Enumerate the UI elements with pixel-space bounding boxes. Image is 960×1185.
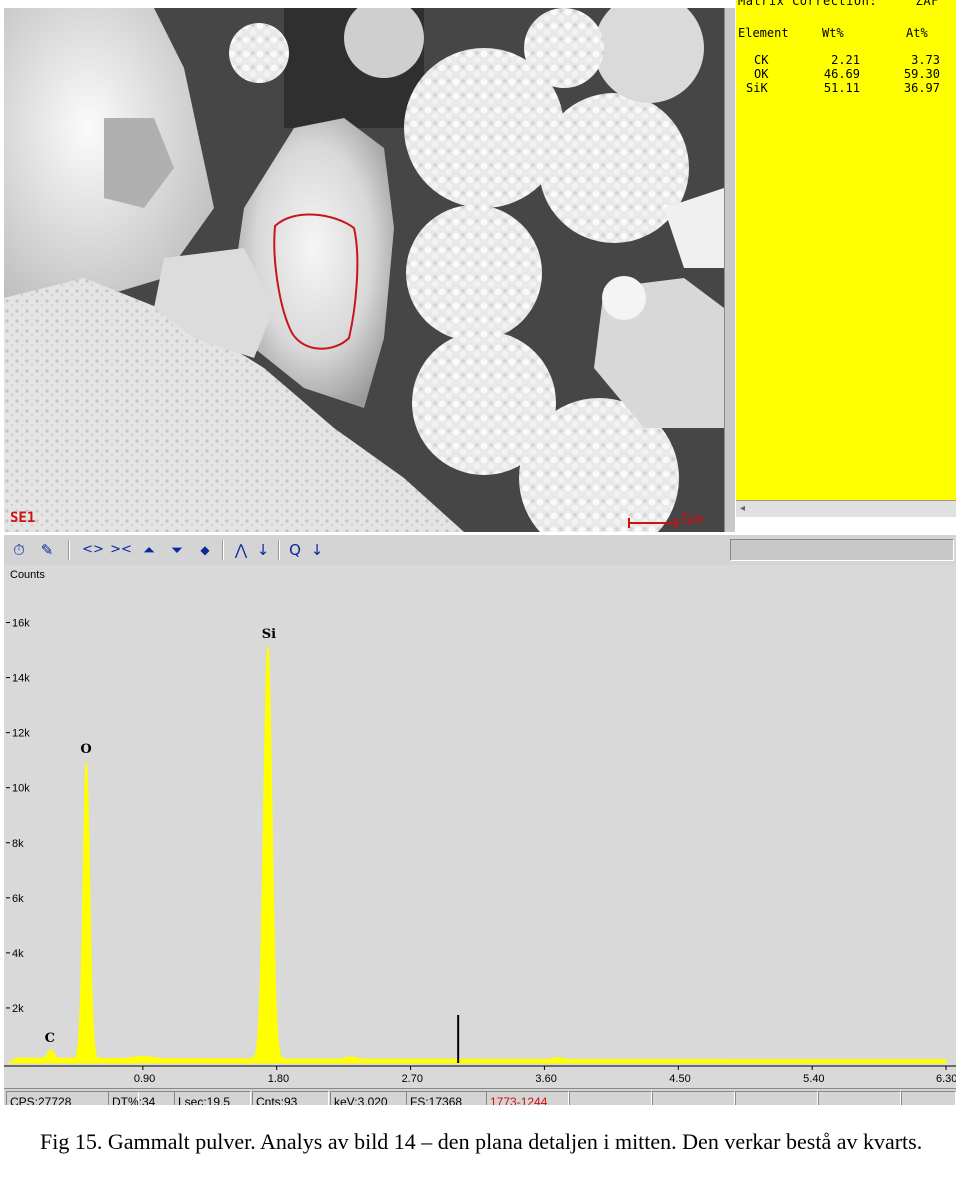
y-tick-label: 8k [12, 838, 24, 850]
column-header-wt: Wt% [822, 26, 844, 40]
element-symbol: CK [754, 53, 769, 67]
y-tick-label: 10k [12, 783, 30, 795]
element-symbol: OK [754, 67, 769, 81]
y-tick-label: 4k [12, 948, 24, 960]
status-roi: 1773-1244 [486, 1091, 569, 1105]
toolbar-status-field[interactable] [730, 539, 954, 561]
pen-edit-icon[interactable]: ✎ [36, 539, 58, 561]
arrow-down-icon[interactable]: ↓ [252, 539, 274, 561]
x-tick-label: 2.70 [402, 1073, 423, 1085]
status-empty-3 [735, 1091, 818, 1105]
status-kev: keV:3.020 [330, 1091, 407, 1105]
atomic-percent: 36.97 [903, 81, 940, 95]
table-row: OK 46.69 59.30 [736, 67, 956, 81]
toolbar-divider [278, 540, 280, 560]
peak-label-c: C [45, 1031, 55, 1046]
scroll-left-arrow-icon[interactable]: ◂ [740, 501, 745, 517]
eds-spectrum-chart: Counts 16k 14k 12k 10k 8k 6k 4k 2k 0.90 1.80 2.70 3.… [4, 565, 956, 1088]
arrow-down-icon[interactable]: ↓ [306, 539, 328, 561]
figure-caption: Fig 15. Gammalt pulver. Analys av bild 1… [40, 1129, 923, 1154]
scale-up-icon[interactable]: ⏶ [138, 539, 160, 561]
expand-horizontal-icon[interactable]: <> [82, 539, 104, 561]
toolbar-divider [68, 540, 70, 560]
status-full-scale: FS:17368 [406, 1091, 487, 1105]
status-empty-4 [818, 1091, 901, 1105]
peak-label-o: O [80, 742, 91, 757]
y-axis-label: Counts [10, 569, 45, 581]
status-counts: Cnts:93 [252, 1091, 329, 1105]
sem-image [4, 8, 724, 532]
scale-down-icon[interactable]: ⏷ [166, 539, 188, 561]
spectrum-plot: Counts 16k 14k 12k 10k 8k 6k 4k 2k 0.90 1.80 2.70 3.… [4, 569, 956, 1085]
status-empty-1 [569, 1091, 652, 1105]
scale-bar-label: 2µm [680, 512, 704, 527]
y-tick-label: 16k [12, 618, 30, 630]
weight-percent: 2.21 [831, 53, 860, 67]
weight-percent: 51.11 [823, 81, 860, 95]
toolbar-divider [222, 540, 224, 560]
matrix-correction-header: Matrix Correction: ZAF [738, 0, 939, 8]
x-tick-label: 3.60 [535, 1073, 556, 1085]
x-tick-label: 5.40 [803, 1073, 824, 1085]
sem-micrograph: SE1 2µm [4, 8, 724, 532]
panel-divider[interactable] [724, 8, 736, 532]
status-empty-5 [901, 1091, 956, 1105]
table-row: SiK 51.11 36.97 [736, 81, 956, 95]
atomic-percent: 59.30 [903, 67, 940, 81]
table-row: CK 2.21 3.73 [736, 53, 956, 67]
x-tick-label: 1.80 [268, 1073, 289, 1085]
peak-search-icon[interactable]: Q [284, 539, 306, 561]
x-tick-label: 6.30 [936, 1073, 956, 1085]
y-tick-label: 6k [12, 893, 24, 905]
y-tick-label: 14k [12, 673, 30, 685]
x-tick-label: 4.50 [669, 1073, 690, 1085]
atomic-percent: 3.73 [911, 53, 940, 67]
spectrum-toolbar: ⏱ ✎ <> >< ⏶ ⏷ ◆ ⋀ ↓ Q ↓ [4, 534, 956, 566]
y-tick-label: 2k [12, 1003, 24, 1015]
peak-label-icon[interactable]: ⋀ [230, 539, 252, 561]
column-header-element: Element [738, 26, 789, 40]
weight-percent: 46.69 [823, 67, 860, 81]
detector-label: SE1 [10, 510, 36, 526]
peak-label-si: Si [262, 627, 276, 642]
marker-icon[interactable]: ◆ [194, 539, 216, 561]
status-dead-time: DT%:34 [108, 1091, 175, 1105]
status-empty-2 [652, 1091, 735, 1105]
column-header-at: At% [906, 26, 928, 40]
contract-horizontal-icon[interactable]: >< [110, 539, 132, 561]
y-tick-label: 12k [12, 728, 30, 740]
x-tick-label: 0.90 [134, 1073, 155, 1085]
element-symbol: SiK [746, 81, 768, 95]
spectrum-area [7, 646, 947, 1064]
timer-icon[interactable]: ⏱ [8, 539, 30, 561]
horizontal-scrollbar[interactable]: ◂ [736, 500, 956, 517]
status-bar: CPS:27728 DT%:34 Lsec:19.5 Cnts:93 keV:3… [4, 1088, 956, 1105]
status-live-seconds: Lsec:19.5 [174, 1091, 251, 1105]
zaf-results-panel: Matrix Correction: ZAF Element Wt% At% C… [736, 0, 956, 500]
zaf-column-headers: Element Wt% At% [736, 26, 956, 40]
